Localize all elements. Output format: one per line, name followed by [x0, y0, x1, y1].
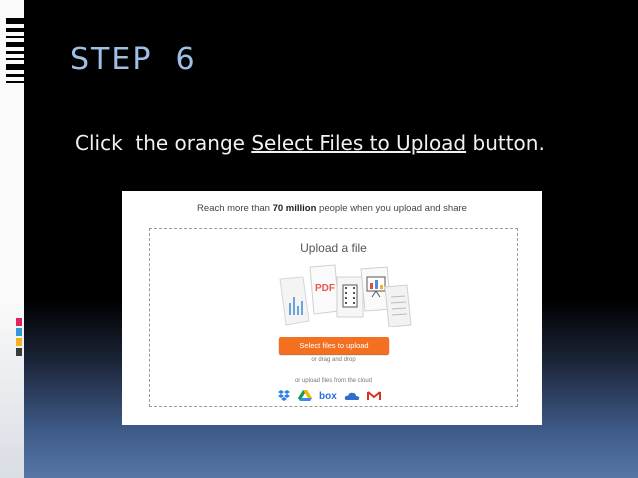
drop-zone[interactable]: Upload a file PDF Select files to upload… — [149, 228, 518, 407]
banner-prefix: Reach more than — [197, 203, 273, 214]
upload-heading: Upload a file — [300, 241, 367, 255]
pdf-label: PDF — [315, 283, 335, 294]
document-file-icon — [384, 284, 412, 327]
select-files-button[interactable]: Select files to upload — [279, 337, 389, 354]
left-edge-strip — [0, 0, 24, 478]
instruction-text: Click the orange Select Files to Upload … — [75, 131, 545, 155]
banner-suffix: people when you upload and share — [316, 203, 467, 214]
chart-file-icon — [279, 276, 310, 326]
instruction-suffix: button. — [466, 131, 545, 155]
promo-banner: Reach more than 70 million people when y… — [122, 191, 542, 227]
cloud-services-row: box — [277, 389, 388, 403]
onedrive-icon[interactable] — [344, 391, 360, 401]
pdf-file-icon: PDF — [309, 264, 340, 315]
box-icon[interactable]: box — [319, 391, 337, 402]
video-file-icon — [336, 276, 364, 318]
instruction-link: Select Files to Upload — [251, 131, 467, 155]
google-drive-icon[interactable] — [298, 390, 312, 402]
instruction-prefix: Click the orange — [75, 131, 252, 155]
upload-page-screenshot: Reach more than 70 million people when y… — [122, 191, 542, 425]
accent-marks — [16, 318, 22, 358]
dropbox-icon[interactable] — [277, 390, 291, 402]
cloud-upload-text: or upload files from the cloud — [294, 378, 373, 384]
drag-drop-text: or drag and drop — [311, 357, 356, 363]
slide-title: STEP 6 — [70, 42, 197, 77]
gmail-icon[interactable] — [366, 391, 381, 401]
file-types-illustration: PDF — [279, 264, 412, 327]
banner-bold: 70 million — [272, 203, 317, 214]
